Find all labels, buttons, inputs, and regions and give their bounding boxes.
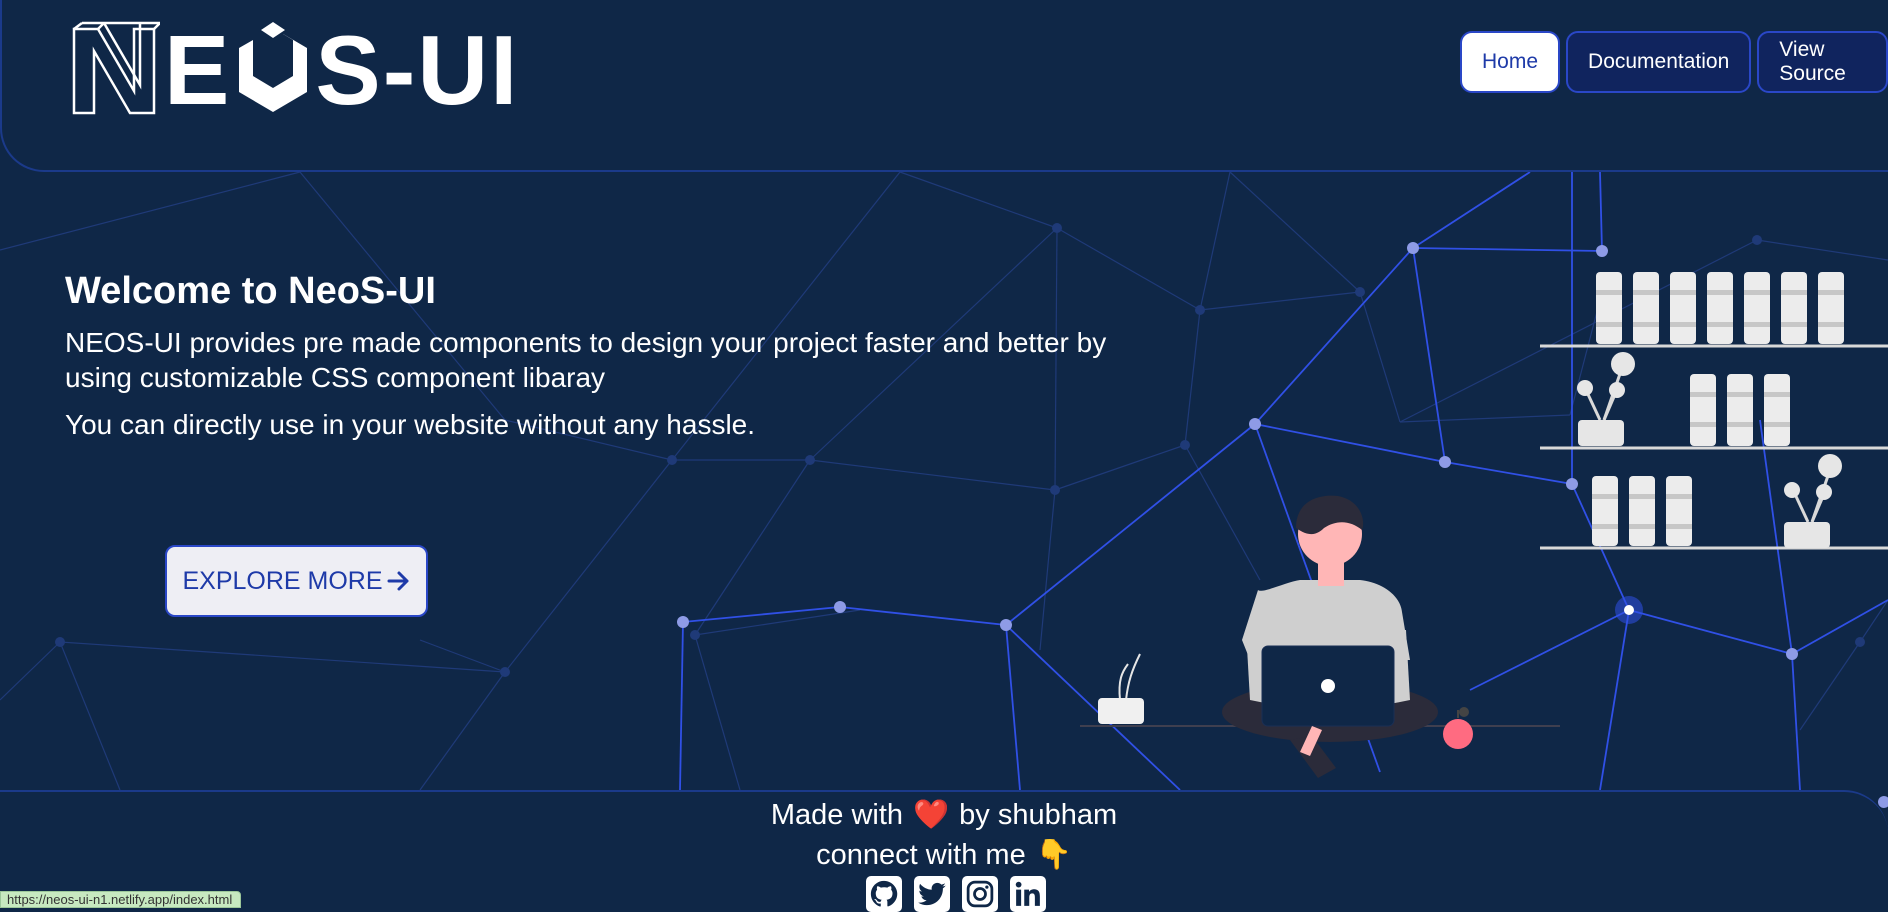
hero-title: Welcome to NeoS-UI — [65, 270, 436, 312]
hero-subtext: You can directly use in your website wit… — [65, 409, 756, 440]
developer-illustration — [1080, 272, 1888, 778]
apple-icon — [1443, 707, 1473, 749]
logo-text-post: S-UI — [315, 15, 520, 125]
twitter-icon[interactable] — [914, 876, 950, 912]
hexagon-o-icon — [239, 22, 308, 112]
connect-text: connect with me — [816, 838, 1026, 871]
brand-logo[interactable]: E S-UI — [70, 18, 519, 122]
instagram-icon[interactable] — [962, 876, 998, 912]
top-nav: Home Documentation View Source — [1460, 31, 1888, 93]
made-with-suffix: by shubham — [959, 798, 1118, 831]
made-with-prefix: Made with — [770, 798, 904, 831]
footer: Made with ❤️ by shubham connect with me … — [0, 790, 1888, 912]
developer-person — [1222, 495, 1438, 778]
nav-view-source-button[interactable]: View Source — [1757, 31, 1888, 93]
point-down-icon: 👇 — [1035, 839, 1072, 871]
header-bar: E S-UI Home Documentation View Source — [0, 0, 1888, 172]
social-links — [866, 876, 1046, 912]
logo-wordmark: E S-UI — [164, 21, 519, 119]
bookshelf — [1540, 272, 1888, 550]
arrow-right-icon — [387, 571, 409, 591]
hero-section: Welcome to NeoS-UI NEOS-UI provides pre … — [65, 270, 1125, 442]
hero-description: NEOS-UI provides pre made components to … — [65, 327, 1107, 393]
nav-documentation-button[interactable]: Documentation — [1566, 31, 1752, 93]
n-monogram-icon — [72, 21, 160, 115]
linkedin-icon[interactable] — [1010, 876, 1046, 912]
made-with-line: Made with ❤️ by shubham — [0, 798, 1888, 832]
nav-home-button[interactable]: Home — [1460, 31, 1561, 93]
logo-text-pre: E — [164, 15, 232, 125]
explore-more-button[interactable]: EXPLORE MORE — [165, 545, 428, 617]
connect-line: connect with me 👇 — [0, 838, 1888, 872]
github-icon[interactable] — [866, 876, 902, 912]
status-bar-url: https://neos-ui-n1.netlify.app/index.htm… — [0, 891, 242, 908]
explore-more-label: EXPLORE MORE — [182, 566, 383, 595]
desk-plant — [1098, 653, 1144, 724]
heart-icon: ❤️ — [913, 799, 950, 831]
